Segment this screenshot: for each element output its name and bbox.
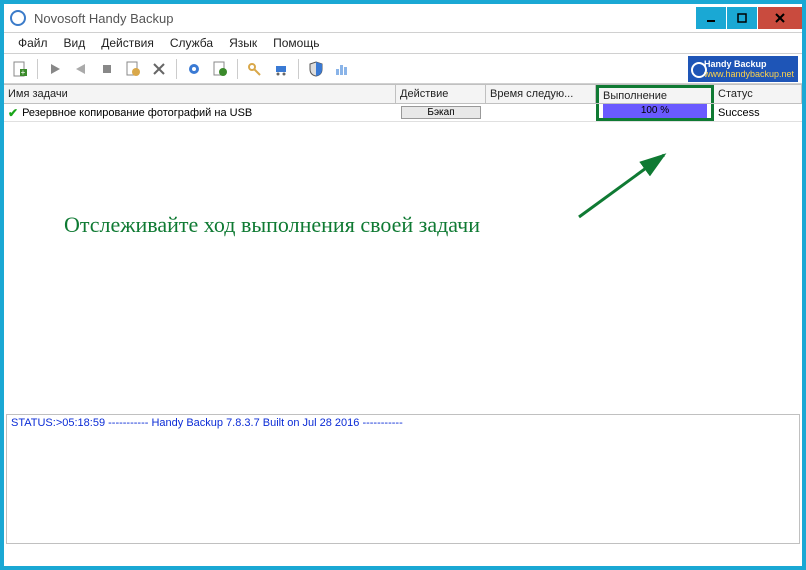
log-line: STATUS:>05:18:59 ----------- Handy Backu… — [11, 417, 795, 429]
new-task-icon[interactable]: + — [8, 57, 32, 81]
task-row[interactable]: ✔ Резервное копирование фотографий на US… — [4, 104, 802, 122]
task-grid-header: Имя задачи Действие Время следую... Выпо… — [4, 84, 802, 104]
key-icon[interactable] — [243, 57, 267, 81]
annotation-text: Отслеживайте ход выполнения своей задачи — [64, 212, 480, 238]
chart-icon[interactable] — [330, 57, 354, 81]
app-icon — [10, 10, 26, 26]
col-header-next[interactable]: Время следую... — [486, 85, 596, 103]
col-header-progress[interactable]: Выполнение — [596, 85, 714, 103]
window-title: Novosoft Handy Backup — [34, 11, 173, 26]
shield-icon[interactable] — [304, 57, 328, 81]
delete-icon[interactable] — [147, 57, 171, 81]
schedule-icon[interactable] — [121, 57, 145, 81]
settings-gear-icon[interactable] — [182, 57, 206, 81]
log-panel[interactable]: STATUS:>05:18:59 ----------- Handy Backu… — [6, 414, 800, 544]
menu-view[interactable]: Вид — [56, 34, 94, 52]
task-status-cell: Success — [714, 104, 802, 121]
task-action-cell: Бэкап — [396, 104, 486, 121]
action-chip: Бэкап — [401, 106, 481, 119]
task-name-text: Резервное копирование фотографий на USB — [22, 107, 252, 119]
maximize-button[interactable] — [727, 7, 757, 29]
back-icon[interactable] — [69, 57, 93, 81]
menu-actions[interactable]: Действия — [93, 34, 162, 52]
menu-file[interactable]: Файл — [10, 34, 56, 52]
menu-help[interactable]: Помощь — [265, 34, 327, 52]
minimize-button[interactable] — [696, 7, 726, 29]
col-header-action[interactable]: Действие — [396, 85, 486, 103]
success-check-icon: ✔ — [8, 106, 18, 120]
svg-text:+: + — [21, 68, 26, 77]
brand-url: www.handybackup.net — [704, 69, 798, 79]
task-next-cell — [486, 104, 596, 121]
task-name-cell: ✔ Резервное копирование фотографий на US… — [4, 104, 396, 121]
task-progress-cell: 100 % — [596, 104, 714, 121]
menubar: Файл Вид Действия Служба Язык Помощь — [4, 32, 802, 54]
progress-bar: 100 % — [603, 104, 707, 118]
brand-title: Handy Backup — [704, 59, 798, 69]
toolbar: + — [4, 54, 802, 84]
menu-language[interactable]: Язык — [221, 34, 265, 52]
col-header-name[interactable]: Имя задачи — [4, 85, 396, 103]
col-header-status[interactable]: Статус — [714, 85, 802, 103]
close-button[interactable] — [758, 7, 802, 29]
annotation-arrow-icon — [569, 147, 689, 227]
play-icon[interactable] — [43, 57, 67, 81]
cart-icon[interactable] — [269, 57, 293, 81]
refresh-icon[interactable] — [208, 57, 232, 81]
main-window: Novosoft Handy Backup Файл Вид Действия … — [0, 0, 806, 570]
menu-service[interactable]: Служба — [162, 34, 221, 52]
brand-badge[interactable]: Handy Backup www.handybackup.net — [688, 56, 798, 82]
stop-icon[interactable] — [95, 57, 119, 81]
titlebar: Novosoft Handy Backup — [4, 4, 802, 32]
window-controls — [695, 7, 802, 29]
task-area: Отслеживайте ход выполнения своей задачи — [4, 122, 802, 412]
statusbar — [4, 546, 802, 566]
